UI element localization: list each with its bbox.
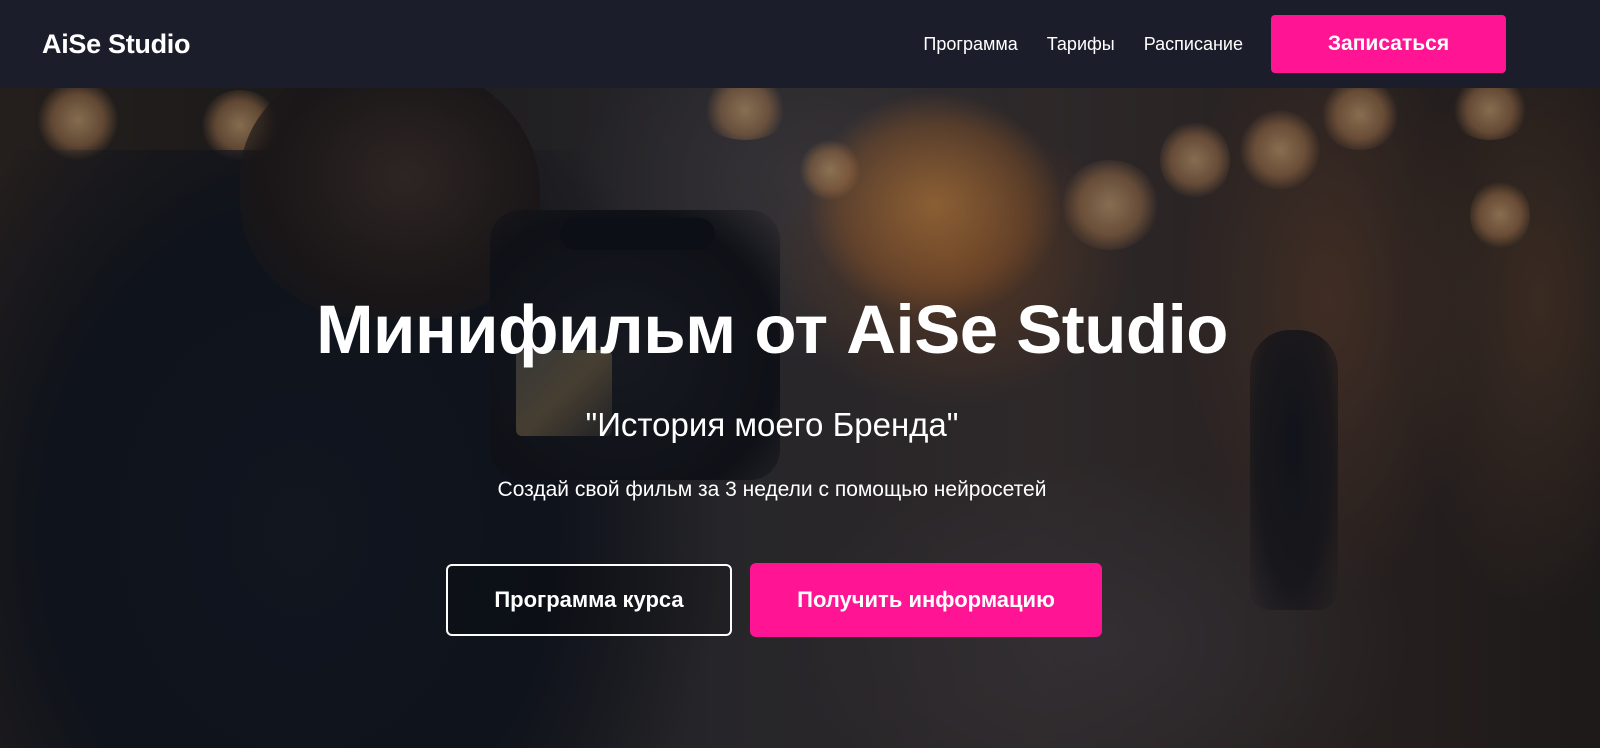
signup-button[interactable]: Записаться [1271,15,1506,73]
main-nav: Программа Тарифы Расписание Записаться [923,15,1558,73]
hero-subtitle: "История моего Бренда" [585,406,959,443]
nav-link-pricing[interactable]: Тарифы [1047,34,1115,55]
site-header: AiSe Studio Программа Тарифы Расписание … [0,0,1600,88]
hero-title: Минифильм от AiSe Studio [316,291,1228,368]
site-logo[interactable]: AiSe Studio [42,29,191,60]
hero-description: Создай свой фильм за 3 недели с помощью … [497,478,1047,501]
course-program-button[interactable]: Программа курса [446,564,732,636]
nav-link-program[interactable]: Программа [923,34,1017,55]
nav-link-schedule[interactable]: Расписание [1144,34,1243,55]
hero-section: Минифильм от AiSe Studio "История моего … [0,0,1544,748]
get-info-button[interactable]: Получить информацию [750,563,1102,637]
